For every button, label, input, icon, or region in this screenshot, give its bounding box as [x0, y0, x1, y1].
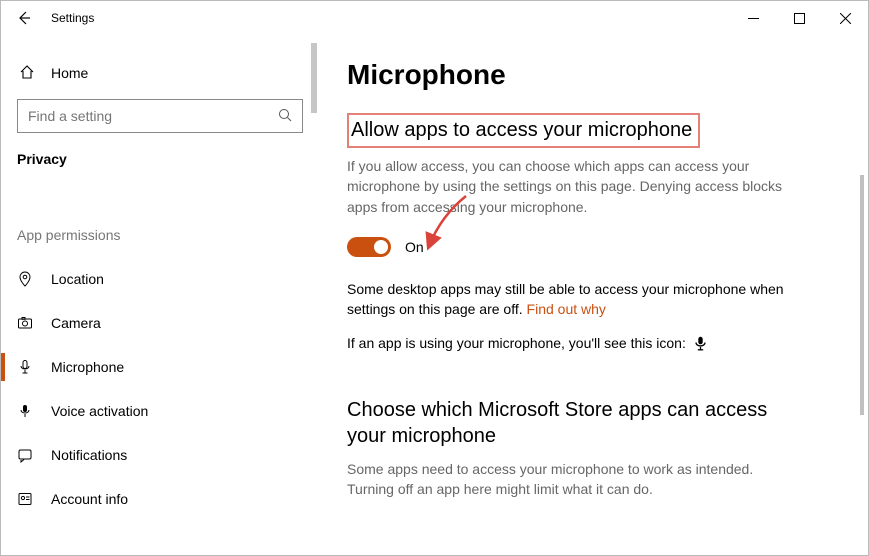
maximize-button[interactable] [776, 2, 822, 34]
home-icon [17, 64, 37, 83]
window-controls [730, 2, 868, 34]
home-label: Home [51, 65, 88, 81]
account-icon [17, 491, 37, 507]
allow-apps-heading: Allow apps to access your microphone [351, 119, 692, 142]
store-apps-heading: Choose which Microsoft Store apps can ac… [347, 397, 797, 449]
toggle-row: On [347, 237, 840, 257]
titlebar: Settings [1, 1, 868, 35]
search-input[interactable] [28, 108, 258, 124]
nav-label: Camera [51, 315, 101, 331]
main-scrollbar[interactable] [860, 175, 864, 415]
nav-item-account-info[interactable]: Account info [1, 477, 319, 521]
main-content: Microphone Allow apps to access your mic… [319, 35, 868, 555]
voice-icon [17, 403, 37, 419]
sidebar: Home Privacy App permissions Location Ca… [1, 35, 319, 555]
nav-list: Location Camera Microphone Voice activat… [1, 257, 319, 521]
microphone-access-toggle[interactable] [347, 237, 391, 257]
icon-note-text: If an app is using your microphone, you'… [347, 335, 686, 351]
minimize-button[interactable] [730, 2, 776, 34]
nav-label: Voice activation [51, 403, 148, 419]
store-apps-description: Some apps need to access your microphone… [347, 459, 787, 500]
nav-label: Location [51, 271, 104, 287]
nav-item-notifications[interactable]: Notifications [1, 433, 319, 477]
close-button[interactable] [822, 2, 868, 34]
app-title: Settings [51, 11, 94, 25]
find-out-why-link[interactable]: Find out why [527, 301, 606, 317]
nav-item-camera[interactable]: Camera [1, 301, 319, 345]
nav-label: Microphone [51, 359, 124, 375]
search-box[interactable] [17, 99, 303, 133]
location-icon [17, 271, 37, 287]
icon-note: If an app is using your microphone, you'… [347, 333, 787, 356]
home-nav[interactable]: Home [17, 55, 303, 91]
microphone-icon [17, 359, 37, 375]
microphone-indicator-icon [694, 336, 707, 356]
highlight-annotation: Allow apps to access your microphone [347, 113, 700, 148]
camera-icon [17, 315, 37, 331]
notifications-icon [17, 447, 37, 463]
nav-label: Account info [51, 491, 128, 507]
search-icon [278, 108, 292, 125]
section-label: App permissions [17, 227, 303, 243]
back-button[interactable] [11, 5, 37, 31]
current-category: Privacy [17, 151, 303, 167]
nav-item-microphone[interactable]: Microphone [1, 345, 319, 389]
page-title: Microphone [347, 59, 840, 91]
nav-label: Notifications [51, 447, 127, 463]
sidebar-scrollbar[interactable] [311, 43, 317, 113]
allow-apps-description: If you allow access, you can choose whic… [347, 156, 787, 217]
nav-item-voice-activation[interactable]: Voice activation [1, 389, 319, 433]
nav-item-location[interactable]: Location [1, 257, 319, 301]
toggle-state-label: On [405, 239, 424, 255]
section-store-apps: Choose which Microsoft Store apps can ac… [347, 397, 840, 500]
desktop-apps-note: Some desktop apps may still be able to a… [347, 279, 787, 320]
